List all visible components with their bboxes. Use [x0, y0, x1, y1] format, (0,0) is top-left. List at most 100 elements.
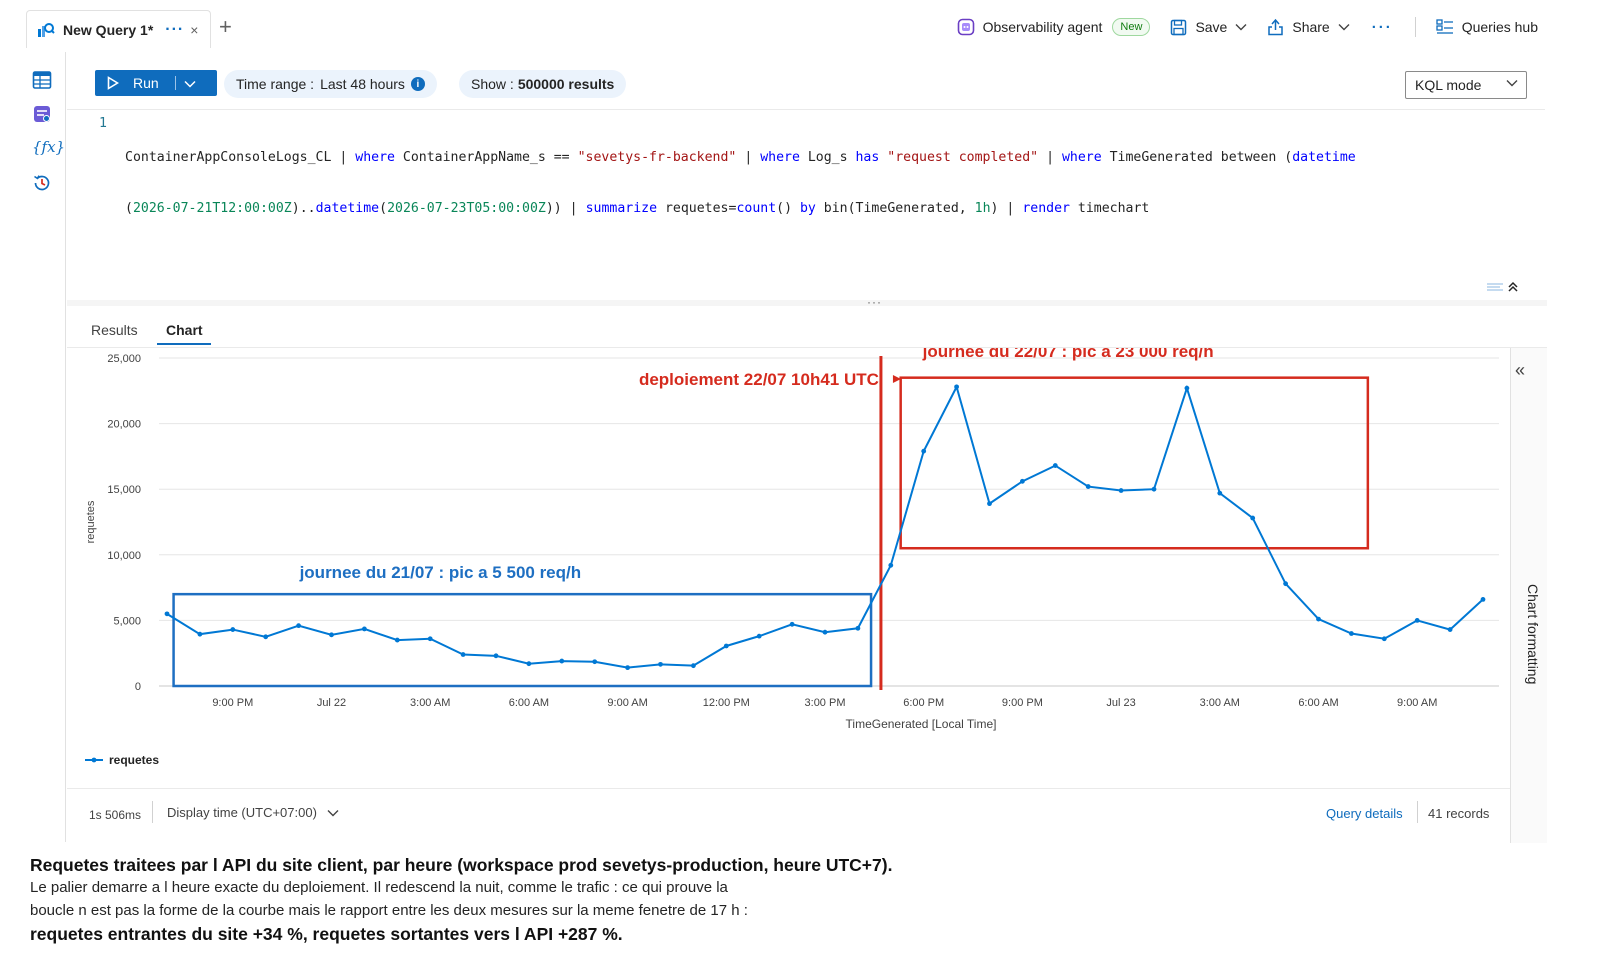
data-point	[526, 661, 532, 667]
left-rail: {fx}	[0, 52, 66, 842]
data-point	[592, 659, 598, 665]
status-divider	[1417, 801, 1418, 823]
code-token: where	[355, 150, 395, 165]
query-text[interactable]: ContainerAppConsoleLogs_CL | where Conta…	[125, 115, 1525, 251]
code-token: where	[1061, 150, 1102, 165]
code-token: has	[855, 150, 880, 165]
data-point	[296, 623, 301, 629]
data-point	[559, 658, 565, 664]
tab-close-icon[interactable]: ×	[190, 22, 198, 38]
result-limit-picker[interactable]: Show : 500000 results	[459, 70, 627, 98]
x-tick-label: 6:00 AM	[509, 697, 549, 709]
tables-icon[interactable]	[32, 70, 52, 90]
data-point	[1020, 478, 1025, 484]
chart-area: 0 5,000 10,000 15,000 20,000 25,000 9:00 PM Jul…	[67, 342, 1510, 788]
queries-icon[interactable]	[32, 104, 52, 124]
data-point	[329, 632, 334, 638]
run-button[interactable]: Run	[95, 70, 217, 96]
display-time-label: Display time (UTC+07:00)	[167, 805, 317, 820]
tab-chart[interactable]: Chart	[166, 322, 203, 338]
results-tabs: Results Chart	[67, 314, 1547, 348]
x-tick-label: Jul 22	[317, 697, 346, 709]
code-token: ()	[776, 201, 800, 216]
deploy-label: deploiement 22/07 10h41 UTC	[639, 370, 879, 389]
code-token: "sevetys-fr-backend"	[577, 150, 737, 165]
history-icon[interactable]	[32, 173, 52, 193]
data-point	[1381, 636, 1387, 642]
legend-marker	[91, 757, 97, 763]
agent-label: Observability agent	[982, 19, 1103, 35]
code-token: ) |	[990, 201, 1023, 216]
line-number: 1	[99, 116, 107, 131]
share-label: Share	[1292, 19, 1330, 35]
new-badge: New	[1112, 18, 1151, 36]
run-options-chevron-icon[interactable]	[184, 75, 196, 91]
timechart: 0 5,000 10,000 15,000 20,000 25,000 9:00 PM Jul…	[85, 342, 1499, 767]
collapse-editor-icon[interactable]	[1484, 280, 1524, 299]
chevron-down-icon	[1506, 79, 1518, 87]
code-token: 1h	[974, 201, 991, 216]
toolbar: Observability agent New Save Share ··· Q…	[937, 14, 1538, 40]
query-editor[interactable]: 1 ContainerAppConsoleLogs_CL | where Con…	[67, 110, 1533, 300]
display-time-select[interactable]: Display time (UTC+07:00)	[167, 805, 339, 820]
data-point	[1085, 484, 1091, 489]
functions-icon[interactable]: {fx}	[32, 138, 65, 158]
share-icon	[1267, 18, 1284, 36]
pane-splitter[interactable]: ···	[67, 295, 1547, 309]
data-point	[263, 634, 269, 640]
x-tick-label: 9:00 AM	[607, 697, 647, 709]
caption-conclusion: requetes entrantes du site +34 %, requet…	[30, 924, 623, 944]
caption-line: Le palier demarre a l heure exacte du de…	[30, 879, 728, 896]
data-point	[756, 633, 762, 639]
query-tab-icon	[37, 21, 55, 39]
query-line: ContainerAppConsoleLogs_CL | where Conta…	[125, 149, 1525, 166]
code-token: )..	[291, 201, 316, 216]
code-token: (	[379, 201, 388, 216]
x-tick-label: 3:00 AM	[410, 697, 450, 709]
expand-panel-icon[interactable]: «	[1515, 360, 1525, 381]
tab-more-icon[interactable]: ···	[165, 21, 184, 39]
code-token: ContainerAppConsoleLogs_CL |	[125, 150, 356, 165]
code-token: ContainerAppName_s ==	[394, 150, 578, 165]
kql-mode-select[interactable]: KQL mode	[1405, 71, 1527, 99]
y-tick-label: 15,000	[107, 484, 141, 496]
code-token: by	[799, 201, 816, 216]
x-tick-label: 9:00 PM	[1002, 697, 1043, 709]
caption: Requetes traitees par l API du site clie…	[30, 854, 1030, 946]
share-button[interactable]: Share	[1267, 18, 1350, 36]
observability-agent-button[interactable]: Observability agent New	[957, 18, 1151, 36]
kql-mode-value: KQL mode	[1415, 77, 1482, 93]
code-token: bin(TimeGenerated,	[815, 201, 975, 216]
query-tab[interactable]: New Query 1* ··· ×	[26, 10, 211, 48]
code-token: |	[1038, 150, 1062, 165]
new-tab-button[interactable]: +	[219, 14, 232, 40]
chart-formatting-panel[interactable]: « Chart formatting	[1510, 348, 1547, 843]
code-token: 2026-07-23T05:00:00Z	[387, 201, 546, 216]
time-range-picker[interactable]: Time range : Last 48 hours i	[224, 70, 437, 98]
data-point	[921, 448, 927, 454]
x-axis-label: TimeGenerated [Local Time]	[846, 717, 997, 731]
info-icon[interactable]: i	[410, 77, 425, 91]
query-details-link[interactable]: Query details	[1326, 806, 1403, 821]
data-point	[230, 627, 236, 632]
queries-hub-button[interactable]: Queries hub	[1436, 19, 1538, 35]
code-token: render	[1022, 201, 1070, 216]
data-point	[723, 643, 729, 649]
data-point	[493, 653, 499, 659]
more-options-icon[interactable]: ···	[1372, 19, 1393, 36]
data-point	[855, 625, 861, 631]
splitter-handle-icon[interactable]: ···	[867, 295, 882, 309]
data-point	[1414, 618, 1420, 623]
save-button[interactable]: Save	[1170, 19, 1247, 36]
data-point	[1283, 581, 1288, 587]
data-point	[1480, 597, 1486, 602]
run-divider	[174, 76, 176, 90]
tab-results[interactable]: Results	[91, 322, 138, 338]
play-icon	[107, 76, 119, 90]
show-label: Show :	[471, 76, 514, 92]
data-point	[1250, 515, 1256, 521]
caption-line: boucle n est pas la forme de la courbe m…	[30, 902, 748, 919]
y-tick-label: 10,000	[107, 550, 141, 562]
x-tick-label: 6:00 PM	[903, 697, 944, 709]
query-tab-label: New Query 1*	[63, 21, 154, 38]
